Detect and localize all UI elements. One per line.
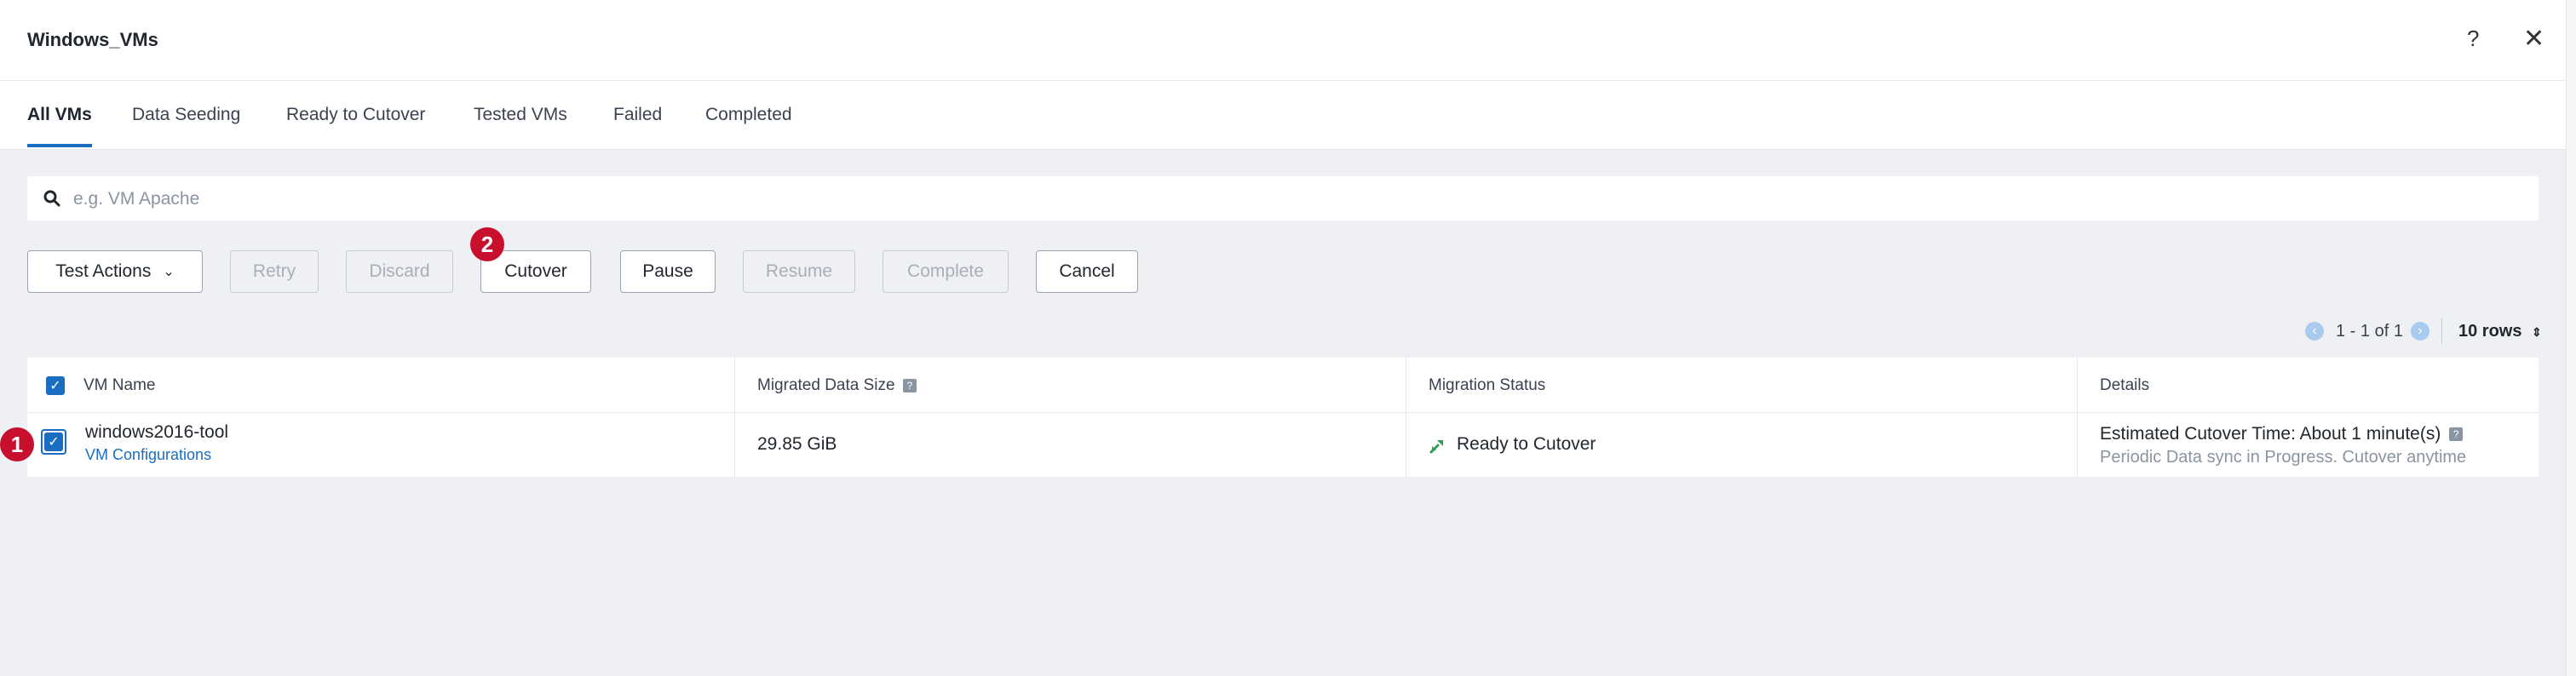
tab-failed[interactable]: Failed <box>613 105 662 125</box>
help-icon[interactable]: ? <box>2467 26 2479 52</box>
test-actions-label: Test Actions <box>55 261 152 281</box>
search-icon <box>43 190 60 207</box>
cutover-ready-icon <box>1429 440 1443 454</box>
vm-configurations-link[interactable]: VM Configurations <box>85 446 211 464</box>
rows-per-page-label: 10 rows <box>2458 322 2522 341</box>
tab-completed[interactable]: Completed <box>705 105 792 125</box>
search-input[interactable] <box>72 183 2528 215</box>
cancel-button[interactable]: Cancel <box>1036 250 1138 293</box>
active-tab-indicator <box>27 144 92 147</box>
test-actions-button[interactable]: Test Actions ⌄ <box>27 250 203 293</box>
details-sub: Periodic Data sync in Progress. Cutover … <box>2100 448 2467 467</box>
vm-name: windows2016-tool <box>85 422 229 442</box>
column-header-details[interactable]: Details <box>2100 376 2149 395</box>
sort-arrows-icon: ⇕ <box>2532 325 2542 339</box>
retry-button[interactable]: Retry <box>230 250 319 293</box>
column-divider <box>734 358 735 477</box>
tab-ready-to-cutover[interactable]: Ready to Cutover <box>286 105 425 125</box>
dialog-header: Windows_VMs ? ✕ <box>0 0 2566 81</box>
info-icon[interactable]: ? <box>2449 427 2464 442</box>
details-main: Estimated Cutover Time: About 1 minute(s… <box>2100 424 2464 444</box>
migration-status-value: Ready to Cutover <box>1457 434 1596 454</box>
complete-button[interactable]: Complete <box>883 250 1009 293</box>
discard-button[interactable]: Discard <box>346 250 453 293</box>
resume-button[interactable]: Resume <box>743 250 855 293</box>
column-divider <box>2077 358 2078 477</box>
scrollbar[interactable] <box>2566 0 2576 676</box>
tab-tested-vms[interactable]: Tested VMs <box>474 105 567 125</box>
select-all-checkbox[interactable]: ✓ <box>46 376 65 395</box>
pagination-divider <box>2441 318 2442 344</box>
annotation-badge-2: 2 <box>470 227 504 261</box>
tab-all-vms[interactable]: All VMs <box>27 105 92 125</box>
annotation-badge-1: 1 <box>0 427 34 461</box>
info-icon[interactable]: ? <box>902 378 917 392</box>
rows-per-page-select[interactable]: 10 rows ⇕ <box>2458 322 2542 341</box>
vm-table: ✓ VM Name Migrated Data Size ? Migration… <box>27 358 2539 477</box>
column-header-vm-name[interactable]: VM Name <box>83 376 155 395</box>
close-icon[interactable]: ✕ <box>2523 24 2544 54</box>
column-header-migration-status[interactable]: Migration Status <box>1429 376 1545 395</box>
table-header: ✓ VM Name Migrated Data Size ? Migration… <box>27 358 2539 413</box>
migrated-data-size-value: 29.85 GiB <box>757 434 837 454</box>
tab-data-seeding[interactable]: Data Seeding <box>132 105 240 125</box>
tab-bar: All VMs Data Seeding Ready to Cutover Te… <box>0 81 2566 150</box>
migrated-data-size-header-label: Migrated Data Size <box>757 376 895 394</box>
pause-button[interactable]: Pause <box>620 250 716 293</box>
search-bar <box>27 176 2539 221</box>
next-page-icon[interactable]: › <box>2411 322 2429 341</box>
chevron-down-icon: ⌄ <box>163 265 175 279</box>
row-checkbox[interactable]: ✓ <box>44 433 63 451</box>
pagination-range: 1 - 1 of 1 <box>2336 322 2403 341</box>
dialog-title: Windows_VMs <box>27 29 158 50</box>
prev-page-icon[interactable]: ‹ <box>2305 322 2324 341</box>
estimated-cutover-time: Estimated Cutover Time: About 1 minute(s… <box>2100 424 2441 444</box>
column-header-migrated-data-size[interactable]: Migrated Data Size ? <box>757 376 917 395</box>
